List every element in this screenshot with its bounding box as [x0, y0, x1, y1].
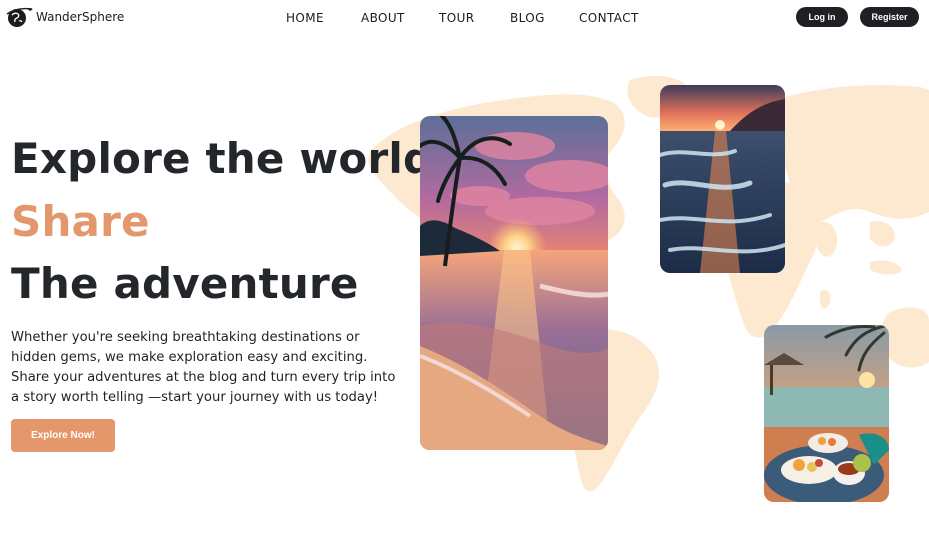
nav-about[interactable]: ABOUT	[361, 11, 405, 25]
nav-home[interactable]: HOME	[286, 11, 324, 25]
hero-description-line: hidden gems, we make exploration easy an…	[11, 350, 368, 365]
login-button[interactable]: Log in	[796, 7, 848, 27]
hero-title-line-1: Explore the world,	[11, 134, 450, 183]
main-nav: HOME ABOUT TOUR BLOG CONTACT	[0, 0, 929, 36]
register-button[interactable]: Register	[860, 7, 919, 27]
beach-sunset-photo	[420, 116, 608, 450]
nav-contact[interactable]: CONTACT	[579, 11, 639, 25]
hero-description: Whether you're seeking breathtaking dest…	[11, 328, 396, 408]
hero-description-line: a story worth telling —start your journe…	[11, 390, 379, 405]
nav-blog[interactable]: BLOG	[510, 11, 545, 25]
hero-description-line: Share your adventures at the blog and tu…	[11, 370, 396, 385]
explore-now-button[interactable]: Explore Now!	[11, 419, 115, 452]
hero-title-line-3: The adventure	[11, 259, 359, 308]
beach-breakfast-photo	[764, 325, 889, 502]
hero-description-line: Whether you're seeking breathtaking dest…	[11, 330, 360, 345]
hero-title-line-2: Share	[11, 197, 150, 246]
ocean-waves-photo	[660, 85, 785, 273]
nav-tour[interactable]: TOUR	[439, 11, 475, 25]
